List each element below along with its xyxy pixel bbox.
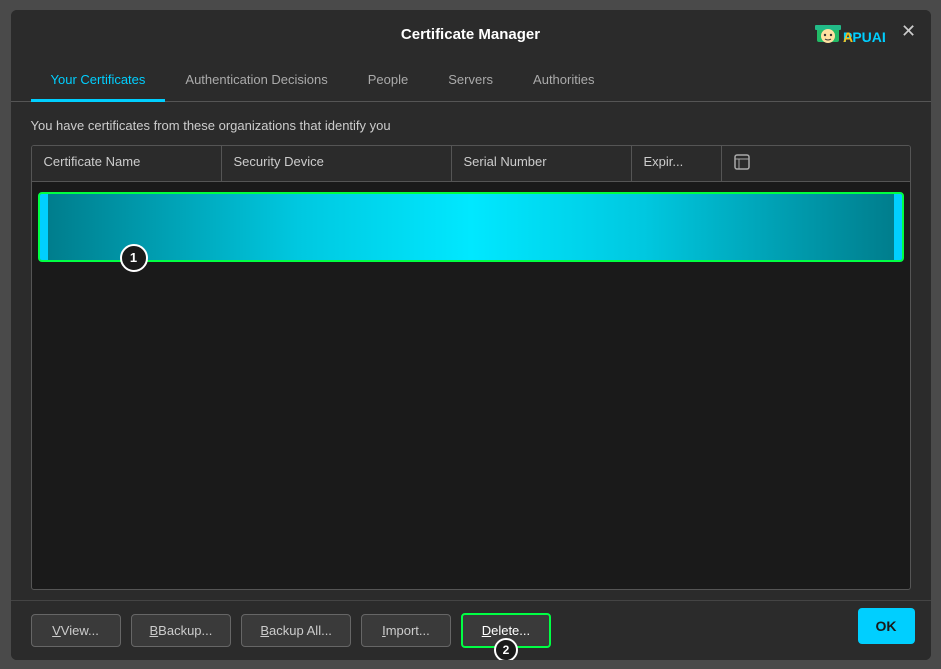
backup-all-button[interactable]: Backup All... — [241, 614, 351, 647]
row-left-indicator — [40, 194, 48, 260]
import-button[interactable]: Import... — [361, 614, 451, 647]
column-icon — [734, 154, 750, 170]
logo-svg: PPUALS A — [815, 16, 885, 52]
dialog-title: Certificate Manager — [401, 26, 540, 43]
content-area: You have certificates from these organiz… — [11, 102, 931, 600]
footer-area: VView... BBackup... Backup All... Import… — [11, 600, 931, 660]
tab-servers[interactable]: Servers — [428, 60, 513, 102]
table-row[interactable]: 1 — [38, 192, 904, 262]
certificates-table: Certificate Name Security Device Serial … — [31, 145, 911, 590]
col-serial-number: Serial Number — [452, 146, 632, 181]
certificate-manager-dialog: Certificate Manager PPUALS A ✕ Your Cert… — [11, 10, 931, 660]
col-security-device: Security Device — [222, 146, 452, 181]
tab-authorities[interactable]: Authorities — [513, 60, 614, 102]
table-header: Certificate Name Security Device Serial … — [32, 146, 910, 182]
delete-badge: 2 — [494, 638, 518, 660]
tabs-bar: Your Certificates Authentication Decisio… — [11, 60, 931, 102]
col-expiry: Expir... — [632, 146, 722, 181]
description-text: You have certificates from these organiz… — [31, 118, 911, 133]
close-button[interactable]: ✕ — [897, 20, 921, 44]
col-icon — [722, 146, 762, 181]
tab-authentication-decisions[interactable]: Authentication Decisions — [165, 60, 347, 102]
tab-your-certificates[interactable]: Your Certificates — [31, 60, 166, 102]
svg-text:A: A — [843, 29, 853, 45]
tab-people[interactable]: People — [348, 60, 428, 102]
table-body[interactable]: 1 — [32, 182, 910, 589]
delete-button-wrapper: Delete... 2 — [461, 613, 551, 648]
title-bar: Certificate Manager PPUALS A ✕ — [11, 10, 931, 60]
col-cert-name: Certificate Name — [32, 146, 222, 181]
row-badge-1: 1 — [120, 244, 148, 272]
appuals-logo: PPUALS A — [815, 16, 885, 52]
view-button[interactable]: VView... — [31, 614, 121, 647]
row-right-indicator — [894, 194, 902, 260]
backup-button[interactable]: BBackup... — [131, 614, 232, 647]
ok-button[interactable]: OK — [858, 608, 915, 644]
